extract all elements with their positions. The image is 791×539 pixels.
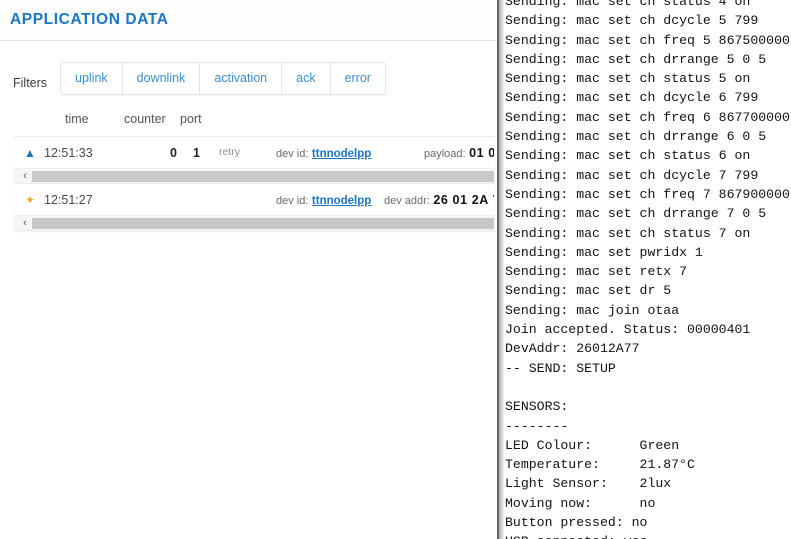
terminal-line: Sending: mac set ch dcycle 7 799: [505, 167, 759, 183]
row-horizontal-scrollbar[interactable]: ‹: [14, 216, 494, 231]
terminal-line: Sending: mac set retx 7: [505, 264, 688, 280]
dev-addr-label: dev addr:: [384, 195, 430, 207]
terminal-line: Sending: mac set pwridx 1: [505, 244, 703, 260]
activation-bolt-icon: ✦: [24, 193, 36, 207]
scroll-left-arrow-icon[interactable]: ‹: [18, 169, 32, 184]
dev-id-label: dev id:: [276, 195, 309, 207]
terminal-line: LED Colour: Green: [505, 437, 680, 453]
terminal-line: -- SEND: SETUP: [505, 360, 616, 376]
cell-port: 1: [193, 146, 200, 160]
terminal-line: Light Sensor: 2lux: [505, 476, 672, 492]
terminal-line: Sending: mac join otaa: [505, 302, 680, 318]
terminal-line: Temperature: 21.87°C: [505, 457, 695, 473]
table-header-row: time counter port: [0, 112, 500, 134]
filters-row: Filters uplink downlink activation ack e…: [0, 62, 480, 104]
terminal-line: DevAddr: 26012A77: [505, 341, 640, 357]
cell-payload: payload: 01 00 00 02 00 01: [424, 146, 494, 160]
table-body: ▲ 12:51:33 0 1 retry dev id: ttnnodelpp …: [14, 136, 494, 231]
terminal-line: Sending: mac set ch dcycle 5 799: [505, 13, 759, 29]
table-row[interactable]: ▲ 12:51:33 0 1 retry dev id: ttnnodelpp …: [14, 137, 494, 169]
terminal-line: Sending: mac set ch drrange 7 0 5: [505, 206, 767, 222]
terminal-line: Sending: mac set ch drrange 5 0 5: [505, 51, 767, 67]
terminal-line: Sending: mac set dr 5: [505, 283, 672, 299]
filter-button-error[interactable]: error: [330, 63, 385, 94]
filter-button-activation[interactable]: activation: [200, 63, 283, 94]
terminal-line: Sending: mac set ch status 7 on: [505, 225, 751, 241]
application-data-table: time counter port ▲ 12:51:33 0 1 retry d…: [0, 112, 500, 231]
filter-button-downlink[interactable]: downlink: [122, 63, 201, 94]
filter-button-uplink[interactable]: uplink: [61, 63, 123, 94]
column-header-counter: counter: [124, 112, 166, 126]
payload-value: 01 00 00 02 00 01: [469, 146, 494, 160]
terminal-line: SENSORS:: [505, 399, 569, 415]
terminal-line: Sending: mac set ch freq 5 867500000: [505, 32, 790, 48]
cell-retry: retry: [219, 146, 240, 158]
column-header-port: port: [180, 112, 202, 126]
scroll-track[interactable]: [32, 171, 494, 182]
filter-button-group: uplink downlink activation ack error: [60, 62, 386, 95]
filter-button-ack[interactable]: ack: [282, 63, 331, 94]
terminal-line: Sending: mac set ch freq 7 867900000: [505, 186, 790, 202]
scroll-track[interactable]: [32, 218, 494, 229]
screen-root: APPLICATION DATA Filters uplink downlink…: [0, 0, 791, 539]
terminal-line: Sending: mac set ch drrange 6 0 5: [505, 129, 767, 145]
column-header-time: time: [65, 112, 89, 126]
filters-label: Filters: [13, 76, 48, 90]
dev-addr-value: 26 01 2A 77: [433, 193, 494, 207]
cell-time: 12:51:33: [44, 146, 93, 160]
cell-dev-addr: dev addr: 26 01 2A 77: [384, 193, 494, 207]
terminal-line: Sending: mac set ch dcycle 6 799: [505, 90, 759, 106]
terminal-line: Sending: mac set ch status 4 on: [505, 0, 751, 9]
terminal-line: Sending: mac set ch freq 6 867700000: [505, 109, 790, 125]
payload-label: payload:: [424, 148, 466, 160]
row-horizontal-scrollbar[interactable]: ‹: [14, 169, 494, 184]
dev-id-link[interactable]: ttnnodelpp: [312, 195, 371, 207]
cell-dev-id: dev id: ttnnodelpp: [276, 193, 371, 207]
cell-dev-id: dev id: ttnnodelpp: [276, 146, 371, 160]
scroll-left-arrow-icon[interactable]: ‹: [18, 216, 32, 231]
terminal-output: Sending: mac set ch status 4 on Sending:…: [505, 0, 791, 539]
page-title: APPLICATION DATA: [10, 11, 169, 28]
terminal-line: Join accepted. Status: 00000401: [505, 322, 751, 338]
dev-id-label: dev id:: [276, 148, 309, 160]
terminal-line: Button pressed: no: [505, 515, 648, 531]
cell-time: 12:51:27: [44, 193, 93, 207]
terminal-line: Sending: mac set ch status 6 on: [505, 148, 751, 164]
terminal-line: Sending: mac set ch status 5 on: [505, 71, 751, 87]
cell-counter: 0: [170, 146, 177, 160]
terminal-line: Moving now: no: [505, 495, 656, 511]
table-row[interactable]: ✦ 12:51:27 dev id: ttnnodelpp dev addr: …: [14, 184, 494, 216]
dev-id-link[interactable]: ttnnodelpp: [312, 148, 371, 160]
serial-terminal-window[interactable]: Sending: mac set ch status 4 on Sending:…: [497, 0, 791, 539]
terminal-line: --------: [505, 418, 569, 434]
uplink-triangle-icon: ▲: [24, 146, 36, 160]
terminal-line: USB connected: yes: [505, 532, 791, 539]
